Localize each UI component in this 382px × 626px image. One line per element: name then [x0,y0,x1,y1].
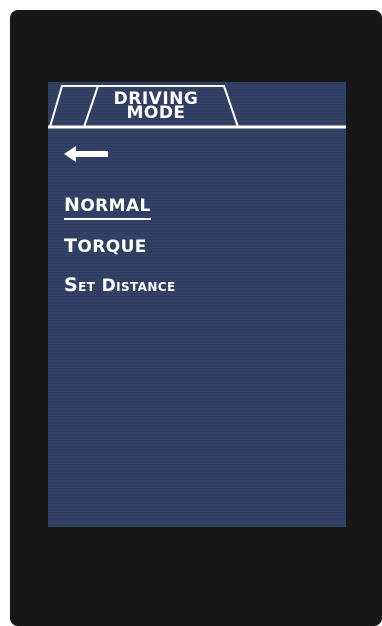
menu-list: Normal Torque Set Distance [64,194,176,313]
menu-item-set-distance[interactable]: Set Distance [64,274,176,296]
menu-item-normal[interactable]: Normal [64,194,151,220]
left-arrow-icon[interactable] [62,144,110,164]
page-title: DRIVING MODE [106,91,206,122]
display-screen: DRIVING MODE Normal Torque Set Distance [48,82,346,527]
menu-item-torque[interactable]: Torque [64,235,176,257]
